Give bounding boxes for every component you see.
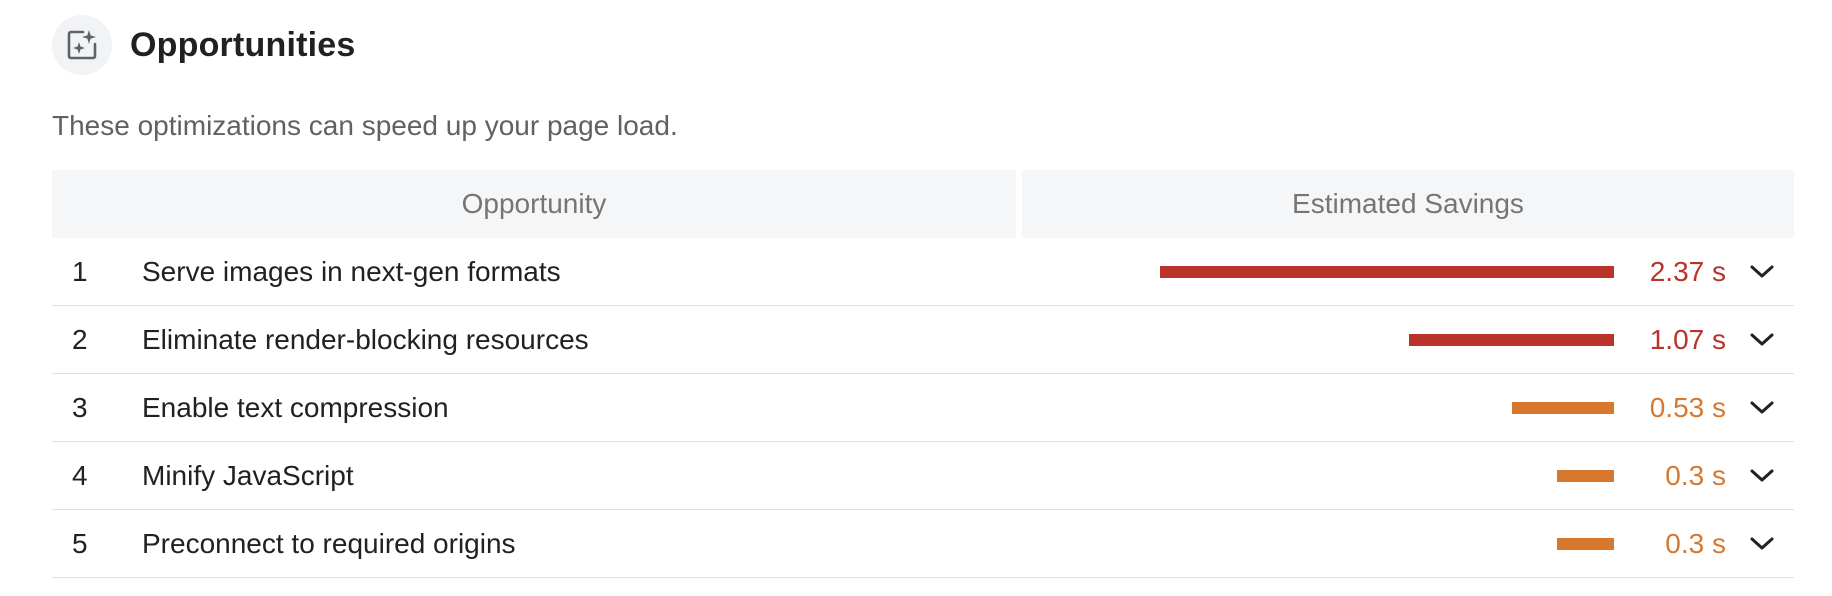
chevron-down-icon[interactable] [1730,238,1794,305]
savings-bar-track [914,265,1614,278]
chevron-down-icon[interactable] [1730,510,1794,577]
row-title: Eliminate render-blocking resources [142,323,589,355]
chevron-down-icon[interactable] [1730,442,1794,509]
savings-bar-area [772,442,1614,509]
savings-value: 0.3 s [1665,527,1726,559]
table-row[interactable]: 1 Serve images in next-gen formats 2.37 s [52,238,1794,306]
savings-bar-track [914,401,1614,414]
row-index: 4 [72,459,88,491]
savings-bar-track [914,537,1614,550]
savings-bar [1557,537,1614,550]
table-body: 1 Serve images in next-gen formats 2.37 s 2… [52,238,1794,578]
savings-value: 1.07 s [1649,323,1726,355]
row-title: Serve images in next-gen formats [142,255,561,287]
savings-bar-track [914,469,1614,482]
chevron-down-icon[interactable] [1730,306,1794,373]
column-header-estimated-savings: Estimated Savings [1022,170,1794,238]
row-index: 2 [72,323,88,355]
savings-bar [1409,333,1614,346]
savings-bar-area [772,306,1614,373]
savings-bar [1160,265,1614,278]
opportunities-section: Opportunities These optimizations can sp… [52,14,1794,578]
table-row[interactable]: 2 Eliminate render-blocking resources 1.07… [52,306,1794,374]
row-index: 5 [72,527,88,559]
savings-value: 2.37 s [1649,255,1726,287]
opportunity-icon [52,15,112,75]
row-title: Enable text compression [142,391,449,423]
column-header-opportunity: Opportunity [52,170,1016,238]
savings-value: 0.53 s [1649,391,1726,423]
section-title: Opportunities [130,25,356,64]
chevron-down-icon[interactable] [1730,374,1794,441]
savings-value: 0.3 s [1665,459,1726,491]
row-index: 1 [72,255,88,287]
savings-bar [1512,401,1614,414]
section-description: These optimizations can speed up your pa… [52,110,678,141]
opportunities-table: Opportunity Estimated Savings 1 Serve ima… [52,170,1794,578]
table-row[interactable]: 5 Preconnect to required origins 0.3 s [52,510,1794,578]
row-title: Preconnect to required origins [142,527,516,559]
savings-bar [1557,469,1614,482]
table-row[interactable]: 3 Enable text compression 0.53 s [52,374,1794,442]
table-row[interactable]: 4 Minify JavaScript 0.3 s [52,442,1794,510]
section-header: Opportunities [52,14,1794,76]
table-header: Opportunity Estimated Savings [52,170,1794,238]
savings-bar-track [914,333,1614,346]
savings-bar-area [772,238,1614,305]
row-index: 3 [72,391,88,423]
row-title: Minify JavaScript [142,459,354,491]
savings-bar-area [772,374,1614,441]
image-sparkle-icon [67,30,97,60]
savings-bar-area [772,510,1614,577]
